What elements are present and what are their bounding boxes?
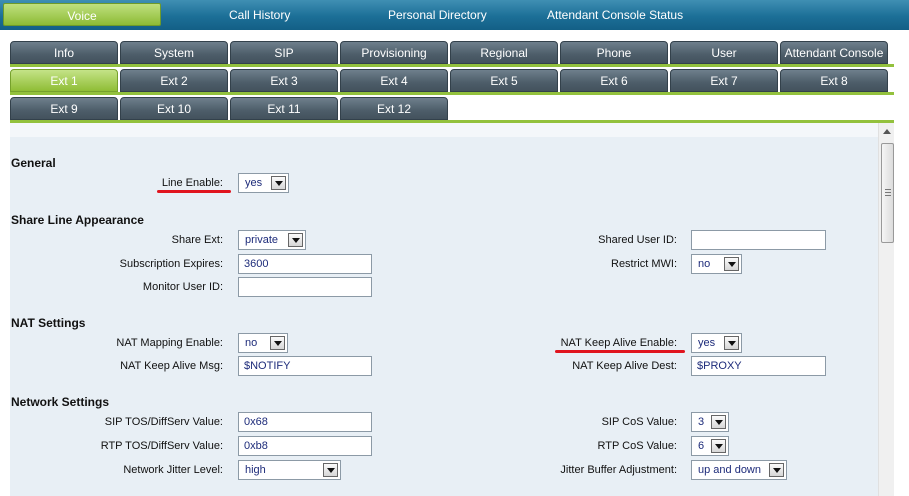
sip-tos-label: SIP TOS/DiffServ Value: bbox=[104, 416, 223, 428]
top-nav-bar: Voice Call History Personal Directory At… bbox=[0, 0, 909, 30]
subscription-expires-field[interactable]: 3600 bbox=[238, 254, 372, 274]
chevron-down-icon bbox=[271, 176, 286, 190]
tab-ext-2[interactable]: Ext 2 bbox=[120, 69, 228, 92]
section-share-line: Share Line Appearance bbox=[11, 213, 144, 227]
vertical-scrollbar[interactable] bbox=[878, 123, 894, 496]
nat-keep-alive-enable-select[interactable]: yes bbox=[691, 333, 742, 353]
network-jitter-level-label: Network Jitter Level: bbox=[123, 464, 223, 476]
monitor-user-id-field[interactable] bbox=[238, 277, 372, 297]
tab-ext-9[interactable]: Ext 9 bbox=[10, 97, 118, 120]
tab-ext-1[interactable]: Ext 1 bbox=[10, 69, 118, 92]
nat-mapping-enable-value: no bbox=[245, 337, 258, 349]
line-enable-value: yes bbox=[245, 177, 263, 189]
rtp-tos-label: RTP TOS/DiffServ Value: bbox=[100, 440, 223, 452]
nat-keep-alive-msg-label: NAT Keep Alive Msg: bbox=[120, 360, 223, 372]
sip-tos-field[interactable]: 0x68 bbox=[238, 412, 372, 432]
sip-cos-label: SIP CoS Value: bbox=[601, 416, 677, 428]
tab-info[interactable]: Info bbox=[10, 41, 118, 64]
settings-panel: General Line Enable: yes Share Line Appe… bbox=[10, 123, 878, 496]
share-ext-label: Share Ext: bbox=[171, 234, 223, 246]
tab-ext-3[interactable]: Ext 3 bbox=[230, 69, 338, 92]
chevron-down-icon bbox=[724, 257, 739, 271]
panel-top-band bbox=[10, 123, 878, 137]
nat-keep-alive-msg-field[interactable]: $NOTIFY bbox=[238, 356, 372, 376]
nat-keep-alive-enable-underline bbox=[555, 350, 685, 353]
tab-provisioning[interactable]: Provisioning bbox=[340, 41, 448, 64]
tab-ext-10[interactable]: Ext 10 bbox=[120, 97, 228, 120]
nav-personal-directory[interactable]: Personal Directory bbox=[388, 8, 487, 22]
restrict-mwi-select[interactable]: no bbox=[691, 254, 742, 274]
chevron-down-icon bbox=[711, 415, 726, 429]
rtp-tos-field[interactable]: 0xb8 bbox=[238, 436, 372, 456]
section-general: General bbox=[11, 156, 56, 170]
scroll-thumb[interactable] bbox=[881, 143, 894, 243]
nat-keep-alive-enable-value: yes bbox=[698, 337, 716, 349]
monitor-user-id-label: Monitor User ID: bbox=[142, 281, 223, 293]
network-jitter-level-select[interactable]: high bbox=[238, 460, 341, 480]
section-network: Network Settings bbox=[11, 395, 110, 409]
shared-user-id-field[interactable] bbox=[691, 230, 826, 250]
line-enable-label: Line Enable: bbox=[161, 177, 223, 189]
tab-ext-8[interactable]: Ext 8 bbox=[780, 69, 888, 92]
tab-ext-7[interactable]: Ext 7 bbox=[670, 69, 778, 92]
rtp-cos-value: 6 bbox=[698, 440, 705, 452]
tab-ext-4[interactable]: Ext 4 bbox=[340, 69, 448, 92]
tab-ext-6[interactable]: Ext 6 bbox=[560, 69, 668, 92]
nat-mapping-enable-label: NAT Mapping Enable: bbox=[116, 337, 223, 349]
sip-cos-select[interactable]: 3 bbox=[691, 412, 729, 432]
rtp-cos-select[interactable]: 6 bbox=[691, 436, 729, 456]
tab-ext-11[interactable]: Ext 11 bbox=[230, 97, 338, 120]
chevron-down-icon bbox=[724, 336, 739, 350]
tab-ext-5[interactable]: Ext 5 bbox=[450, 69, 558, 92]
jitter-buffer-adjustment-value: up and down bbox=[698, 464, 761, 476]
line-enable-underline bbox=[157, 190, 231, 193]
nat-keep-alive-dest-field[interactable]: $PROXY bbox=[691, 356, 826, 376]
chevron-down-icon bbox=[270, 336, 285, 350]
sip-cos-value: 3 bbox=[698, 416, 705, 428]
chevron-down-icon bbox=[769, 463, 784, 477]
jitter-buffer-adjustment-select[interactable]: up and down bbox=[691, 460, 787, 480]
nav-attendant-console-status[interactable]: Attendant Console Status bbox=[547, 8, 683, 22]
tab-system[interactable]: System bbox=[120, 41, 228, 64]
nav-call-history[interactable]: Call History bbox=[229, 8, 290, 22]
scroll-up-arrow-icon[interactable] bbox=[883, 129, 891, 134]
nat-keep-alive-enable-label: NAT Keep Alive Enable: bbox=[560, 337, 677, 349]
tab-phone[interactable]: Phone bbox=[560, 41, 668, 64]
jitter-buffer-adjustment-label: Jitter Buffer Adjustment: bbox=[560, 464, 677, 476]
restrict-mwi-label: Restrict MWI: bbox=[611, 258, 677, 270]
tab-attendant-console[interactable]: Attendant Console bbox=[780, 41, 888, 64]
restrict-mwi-value: no bbox=[698, 258, 711, 270]
tab-user[interactable]: User bbox=[670, 41, 778, 64]
chevron-down-icon bbox=[711, 439, 726, 453]
chevron-down-icon bbox=[288, 233, 303, 247]
line-enable-select[interactable]: yes bbox=[238, 173, 289, 193]
tab-ext-12[interactable]: Ext 12 bbox=[340, 97, 448, 120]
grip-icon bbox=[885, 189, 891, 196]
tab-regional[interactable]: Regional bbox=[450, 41, 558, 64]
nav-voice[interactable]: Voice bbox=[3, 3, 161, 26]
share-ext-select[interactable]: private bbox=[238, 230, 306, 250]
chevron-down-icon bbox=[323, 463, 338, 477]
tab-sip[interactable]: SIP bbox=[230, 41, 338, 64]
nat-keep-alive-dest-label: NAT Keep Alive Dest: bbox=[572, 360, 677, 372]
subscription-expires-label: Subscription Expires: bbox=[119, 258, 223, 270]
network-jitter-level-value: high bbox=[245, 464, 266, 476]
nat-mapping-enable-select[interactable]: no bbox=[238, 333, 288, 353]
share-ext-value: private bbox=[245, 234, 279, 246]
ext-tab-divider-1 bbox=[10, 92, 894, 95]
shared-user-id-label: Shared User ID: bbox=[598, 234, 677, 246]
section-nat: NAT Settings bbox=[11, 316, 86, 330]
tab-divider bbox=[10, 64, 894, 67]
rtp-cos-label: RTP CoS Value: bbox=[597, 440, 678, 452]
